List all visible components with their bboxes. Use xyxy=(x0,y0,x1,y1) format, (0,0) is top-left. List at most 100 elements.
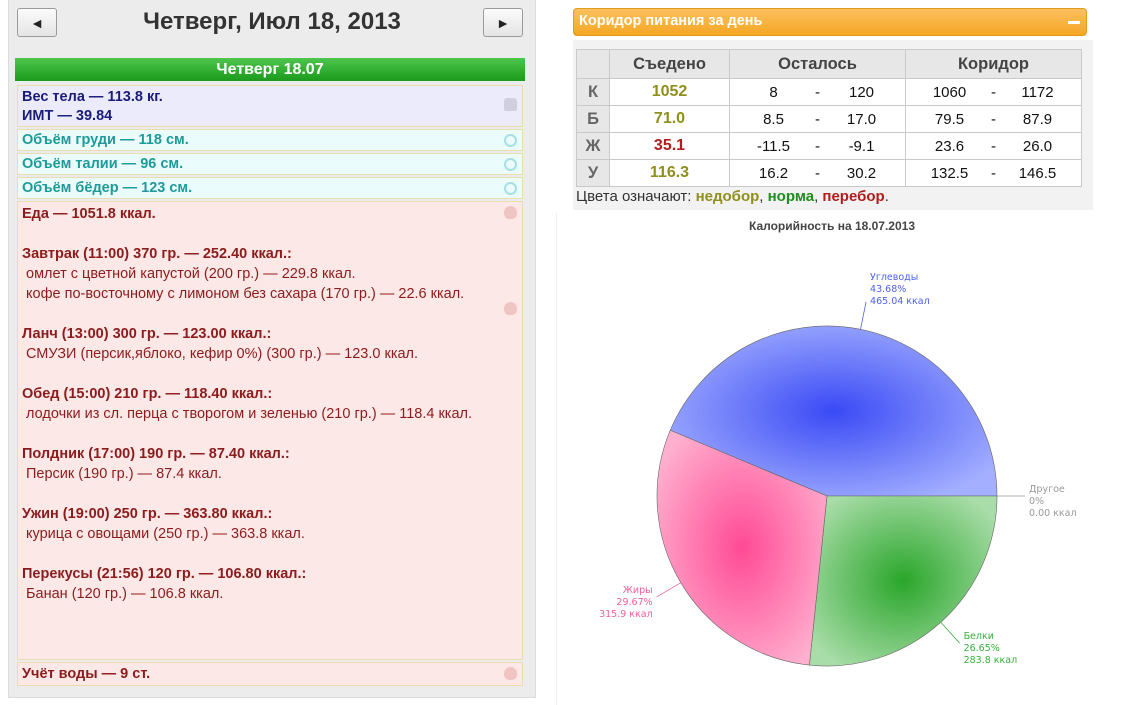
range-high: 30.2 xyxy=(846,164,877,182)
meal-group: Завтрак (11:00) 370 гр. — 252.40 ккал.: … xyxy=(22,244,498,304)
range-low: 8 xyxy=(769,83,778,101)
waist-entry[interactable]: Объём талии — 96 см. xyxy=(17,153,523,175)
food-entry[interactable]: Еда — 1051.8 ккал. Завтрак (11:00) 370 г… xyxy=(17,201,523,660)
chart-title: Калорийность на 18.07.2013 xyxy=(749,219,915,233)
range-low: 79.5 xyxy=(934,110,965,128)
bmi-text: ИМТ — 39.84 xyxy=(22,108,113,124)
prev-day-button[interactable]: ◄ xyxy=(17,8,57,37)
row-label: Ж xyxy=(576,132,610,160)
swirl-icon xyxy=(504,182,517,195)
remaining-range: 8 - 120 xyxy=(729,78,906,106)
corridor-title: Коридор питания за день xyxy=(579,13,763,29)
next-day-button[interactable]: ► xyxy=(483,8,523,37)
range-dash: - xyxy=(815,137,820,155)
range-dash: - xyxy=(991,164,996,182)
date-heading: Четверг, Июл 18, 2013 xyxy=(143,8,401,35)
slice-label-value: 283.8 ккал xyxy=(964,655,1018,666)
meal-item: кофе по-восточному с лимоном без сахара … xyxy=(26,286,465,302)
day-panel: ◄ Четверг, Июл 18, 2013 ► Четверг 18.07 … xyxy=(8,0,536,698)
meal-item: лодочки из сл. перца с творогом и зелень… xyxy=(26,406,473,422)
hips-entry[interactable]: Объём бёдер — 123 см. xyxy=(17,177,523,199)
meal-item: курица с овощами (250 гр.) — 363.8 ккал. xyxy=(26,526,305,542)
color-legend: Цвета означают: недобор, норма, перебор. xyxy=(576,188,889,205)
meal-title: Обед (15:00) 210 гр. — 118.40 ккал.: xyxy=(22,386,273,402)
range-low: 8.5 xyxy=(763,110,784,128)
range-high: 1172 xyxy=(1021,83,1054,101)
col-remaining: Осталось xyxy=(729,49,906,79)
weight-entry[interactable]: Вес тела — 113.8 кг. ИМТ — 39.84 xyxy=(17,85,523,127)
slice-label-value: 315.9 ккал xyxy=(599,609,653,620)
calorie-pie-chart: Калорийность на 18.07.2013 Углеводы43.68… xyxy=(599,219,1077,667)
range-high: -9.1 xyxy=(848,137,875,155)
corner-cell xyxy=(576,49,610,79)
table-row: У 116.3 16.2 - 30.2 132.5 - 146.5 xyxy=(576,159,1082,187)
food-total: Еда — 1051.8 ккал. xyxy=(22,206,156,222)
legend-sep: , xyxy=(759,188,768,205)
meal-title: Полдник (17:00) 190 гр. — 87.40 ккал.: xyxy=(22,446,290,462)
eaten-value: 71.0 xyxy=(609,105,730,133)
range-low: -11.5 xyxy=(756,137,791,155)
eaten-value: 1052 xyxy=(609,78,730,106)
label-leader-line xyxy=(656,582,681,598)
col-corridor: Коридор xyxy=(905,49,1082,79)
meal-title: Ланч (13:00) 300 гр. — 123.00 ккал.: xyxy=(22,326,272,342)
remaining-range: 8.5 - 17.0 xyxy=(729,105,906,133)
meal-group: Ужин (19:00) 250 гр. — 363.80 ккал.: кур… xyxy=(22,504,498,544)
corridor-table: Съедено Осталось Коридор К 1052 8 - 120 10… xyxy=(576,49,1082,187)
weight-text: Вес тела — 113.8 кг. xyxy=(22,89,163,105)
slice-label-percent: 0% xyxy=(1029,496,1044,507)
table-row: Ж 35.1 -11.5 - -9.1 23.6 - 26.0 xyxy=(576,132,1082,160)
row-label: У xyxy=(576,159,610,187)
slice-label-value: 465.04 ккал xyxy=(870,296,930,307)
legend-end: . xyxy=(884,188,889,205)
remaining-range: 16.2 - 30.2 xyxy=(729,159,906,187)
day-entries: Вес тела — 113.8 кг. ИМТ — 39.84 Объём г… xyxy=(17,85,523,688)
collapse-icon[interactable] xyxy=(1068,21,1080,24)
table-row: Б 71.0 8.5 - 17.0 79.5 - 87.9 xyxy=(576,105,1082,133)
col-eaten: Съедено xyxy=(609,49,730,79)
meal-group: Полдник (17:00) 190 гр. — 87.40 ккал.: П… xyxy=(22,444,498,484)
range-dash: - xyxy=(815,110,820,128)
slice-label-percent: 26.65% xyxy=(964,643,1000,654)
range-dash: - xyxy=(991,83,996,101)
hand-icon xyxy=(504,302,517,315)
slice-label-name: Углеводы xyxy=(870,272,918,283)
slice-label-percent: 29.67% xyxy=(616,597,652,608)
slice-label-value: 0.00 ккал xyxy=(1029,508,1077,519)
range-dash: - xyxy=(815,164,820,182)
corridor-range: 132.5 - 146.5 xyxy=(905,159,1082,187)
swirl-icon xyxy=(504,158,517,171)
chest-text: Объём груди — 118 см. xyxy=(22,132,189,148)
label-leader-line xyxy=(940,622,960,644)
corridor-range: 1060 - 1172 xyxy=(905,78,1082,106)
day-bar: Четверг 18.07 xyxy=(15,58,525,81)
range-low: 23.6 xyxy=(934,137,965,155)
eaten-value: 35.1 xyxy=(609,132,730,160)
meal-title: Перекусы (21:56) 120 гр. — 106.80 ккал.: xyxy=(22,566,307,582)
chest-entry[interactable]: Объём груди — 118 см. xyxy=(17,129,523,151)
legend-norm: норма xyxy=(767,188,815,205)
row-label: К xyxy=(576,78,610,106)
water-entry[interactable]: Учёт воды — 9 ст. xyxy=(17,662,523,686)
range-dash: - xyxy=(991,137,996,155)
eaten-value: 116.3 xyxy=(609,159,730,187)
slice-label-name: Жиры xyxy=(623,585,653,596)
range-high: 87.9 xyxy=(1022,110,1053,128)
corridor-panel: Съедено Осталось Коридор К 1052 8 - 120 10… xyxy=(573,40,1093,210)
meal-title: Ужин (19:00) 250 гр. — 363.80 ккал.: xyxy=(22,506,273,522)
range-low: 16.2 xyxy=(758,164,789,182)
legend-under: недобор xyxy=(695,188,760,205)
range-dash: - xyxy=(815,83,820,101)
meal-item: омлет с цветной капустой (200 гр.) — 229… xyxy=(26,266,356,282)
corridor-range: 79.5 - 87.9 xyxy=(905,105,1082,133)
row-label: Б xyxy=(576,105,610,133)
legend-over: перебор xyxy=(822,188,885,205)
range-high: 17.0 xyxy=(846,110,877,128)
hand-icon xyxy=(504,667,517,680)
meal-item: Персик (190 гр.) — 87.4 ккал. xyxy=(26,466,222,482)
water-text: Учёт воды — 9 ст. xyxy=(22,666,151,682)
meal-item: СМУЗИ (персик,яблоко, кефир 0%) (300 гр.… xyxy=(26,346,419,362)
meal-title: Завтрак (11:00) 370 гр. — 252.40 ккал.: xyxy=(22,246,292,262)
meal-group: Обед (15:00) 210 гр. — 118.40 ккал.: лод… xyxy=(22,302,517,424)
meal-group: Перекусы (21:56) 120 гр. — 106.80 ккал.:… xyxy=(22,564,498,604)
